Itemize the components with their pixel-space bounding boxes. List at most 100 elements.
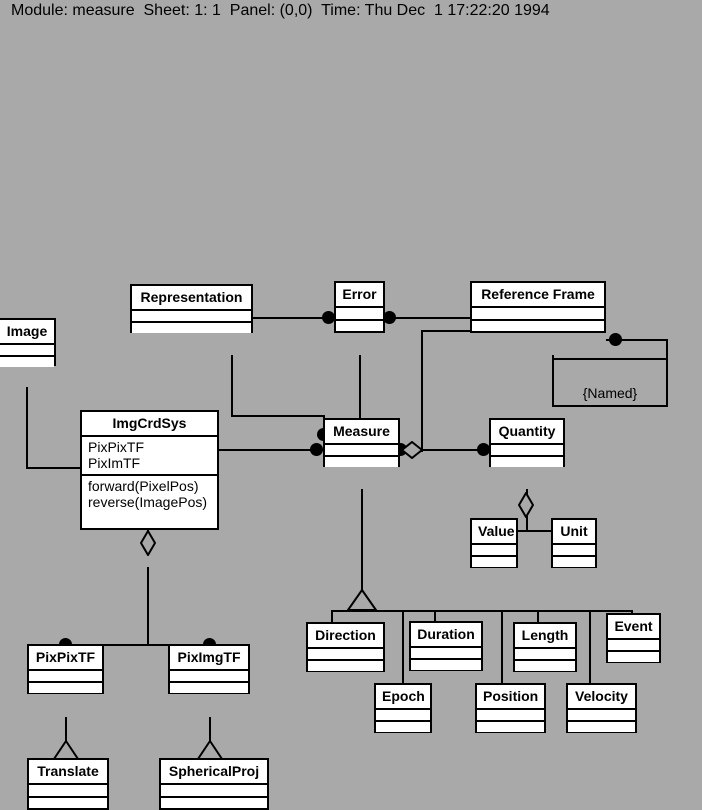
class-name-error: Error xyxy=(342,286,377,302)
class-box-velocity[interactable]: Velocity xyxy=(566,683,637,733)
link-measure-gen-stem xyxy=(361,489,363,592)
class-attributes-compartment xyxy=(608,640,659,650)
class-box-piximgtf[interactable]: PixImgTF xyxy=(168,644,250,694)
class-operations-compartment xyxy=(170,683,248,693)
class-box-imgcrdsys[interactable]: ImgCrdSys PixPixTF PixImTF forward(PixelP… xyxy=(80,410,219,530)
operation-forward: forward(PixelPos) xyxy=(88,478,199,494)
link-referenceframe-measure-vert xyxy=(421,330,423,452)
class-name-quantity: Quantity xyxy=(498,423,556,439)
class-box-measure[interactable]: Measure xyxy=(323,418,400,467)
class-attributes-compartment xyxy=(491,445,563,455)
class-operations-compartment xyxy=(568,722,635,732)
class-name-value: Value xyxy=(478,523,515,539)
link-piximgtf-sphericalproj-stem xyxy=(209,717,211,741)
link-representation-measure-horiz xyxy=(231,415,325,417)
class-name-epoch: Epoch xyxy=(382,688,425,704)
class-operations-compartment xyxy=(336,320,383,331)
class-operations-compartment xyxy=(477,722,544,732)
class-name-duration: Duration xyxy=(417,626,475,642)
class-box-image[interactable]: Image xyxy=(0,318,56,367)
class-box-reference-frame[interactable]: Reference Frame xyxy=(470,281,606,333)
class-attributes-compartment xyxy=(376,710,430,720)
class-box-unit[interactable]: Unit xyxy=(551,518,597,568)
class-name-pixpixtf: PixPixTF xyxy=(35,649,96,665)
class-name-representation: Representation xyxy=(140,289,243,305)
class-box-quantity[interactable]: Quantity xyxy=(489,418,565,467)
class-box-sphericalproj[interactable]: SphericalProj xyxy=(159,758,269,810)
class-box-pixpixtf[interactable]: PixPixTF xyxy=(27,644,104,694)
diagram-canvas: Image Representation Error Reference Fra… xyxy=(0,22,702,810)
class-attributes-compartment xyxy=(29,671,102,681)
class-operations-compartment xyxy=(325,457,398,467)
class-operations-compartment xyxy=(515,661,575,671)
status-header-bar: Module: measure Sheet: 1: 1 Panel: (0,0)… xyxy=(0,0,702,22)
class-operations-compartment xyxy=(308,661,383,671)
class-box-position[interactable]: Position xyxy=(475,683,546,733)
class-name-velocity: Velocity xyxy=(575,688,628,704)
multiplicity-dot-measure-left xyxy=(310,443,323,456)
generalization-triangle-measure xyxy=(346,588,378,612)
class-name-reference-frame: Reference Frame xyxy=(481,286,595,302)
class-attributes-compartment xyxy=(29,785,107,796)
class-operations-imgcrdsys: forward(PixelPos) reverse(ImagePos) xyxy=(82,476,217,513)
class-attributes-compartment xyxy=(0,345,54,355)
class-attributes-compartment xyxy=(472,545,516,555)
annotation-named-text: {Named} xyxy=(582,385,638,401)
class-attributes-compartment xyxy=(568,710,635,720)
link-imgcrdsys-stem-lower xyxy=(147,567,149,646)
class-name-imgcrdsys: ImgCrdSys xyxy=(112,415,187,431)
class-name-piximgtf: PixImgTF xyxy=(177,649,241,665)
class-box-error[interactable]: Error xyxy=(334,281,385,333)
class-box-duration[interactable]: Duration xyxy=(409,621,483,671)
class-attributes-compartment xyxy=(515,649,575,659)
class-attributes-compartment xyxy=(472,308,604,319)
class-operations-compartment xyxy=(0,357,54,367)
class-attributes-compartment xyxy=(325,445,398,455)
class-box-representation[interactable]: Representation xyxy=(130,284,253,333)
class-name-sphericalproj: SphericalProj xyxy=(168,763,260,779)
class-attributes-compartment xyxy=(132,311,251,321)
class-name-position: Position xyxy=(483,688,539,704)
class-name-event: Event xyxy=(614,618,653,634)
class-name-length: Length xyxy=(521,627,569,643)
class-box-direction[interactable]: Direction xyxy=(306,622,385,672)
class-name-unit: Unit xyxy=(560,523,588,539)
class-attributes-imgcrdsys: PixPixTF PixImTF xyxy=(82,437,217,474)
link-representation-measure-vert xyxy=(231,355,233,417)
class-attributes-compartment xyxy=(161,785,267,796)
class-operations-compartment xyxy=(132,323,251,333)
class-operations-compartment xyxy=(472,557,516,567)
class-attributes-compartment xyxy=(308,649,383,659)
annotation-named: {Named} xyxy=(552,358,668,407)
class-box-event[interactable]: Event xyxy=(606,613,661,663)
attribute-piximtf: PixImTF xyxy=(88,455,141,471)
class-name-image: Image xyxy=(6,323,48,339)
multiplicity-dot-referenceframe-right xyxy=(609,333,622,346)
class-box-length[interactable]: Length xyxy=(513,622,577,672)
class-operations-compartment xyxy=(491,457,563,467)
class-operations-compartment xyxy=(161,797,267,808)
class-operations-compartment xyxy=(472,320,604,331)
class-name-translate: Translate xyxy=(37,763,99,779)
class-attributes-compartment xyxy=(170,671,248,681)
link-image-imgcrdsys-horiz xyxy=(26,467,82,469)
class-operations-compartment xyxy=(29,683,102,693)
link-image-imgcrdsys-vert xyxy=(26,387,28,469)
link-error-referenceframe xyxy=(385,317,471,319)
class-box-translate[interactable]: Translate xyxy=(27,758,109,810)
class-operations-compartment xyxy=(376,722,430,732)
link-referenceframe-measure-top xyxy=(421,330,473,332)
class-attributes-compartment xyxy=(411,648,481,658)
class-attributes-compartment xyxy=(477,710,544,720)
class-operations-compartment xyxy=(29,797,107,808)
class-operations-compartment xyxy=(608,652,659,662)
link-pixpixtf-translate-stem xyxy=(65,717,67,741)
class-attributes-compartment xyxy=(553,545,595,555)
class-operations-compartment xyxy=(411,660,481,670)
class-attributes-compartment xyxy=(336,308,383,319)
class-box-value[interactable]: Value xyxy=(470,518,518,568)
class-name-measure: Measure xyxy=(333,423,390,439)
class-name-direction: Direction xyxy=(315,627,376,643)
class-operations-compartment xyxy=(553,557,595,567)
class-box-epoch[interactable]: Epoch xyxy=(374,683,432,733)
